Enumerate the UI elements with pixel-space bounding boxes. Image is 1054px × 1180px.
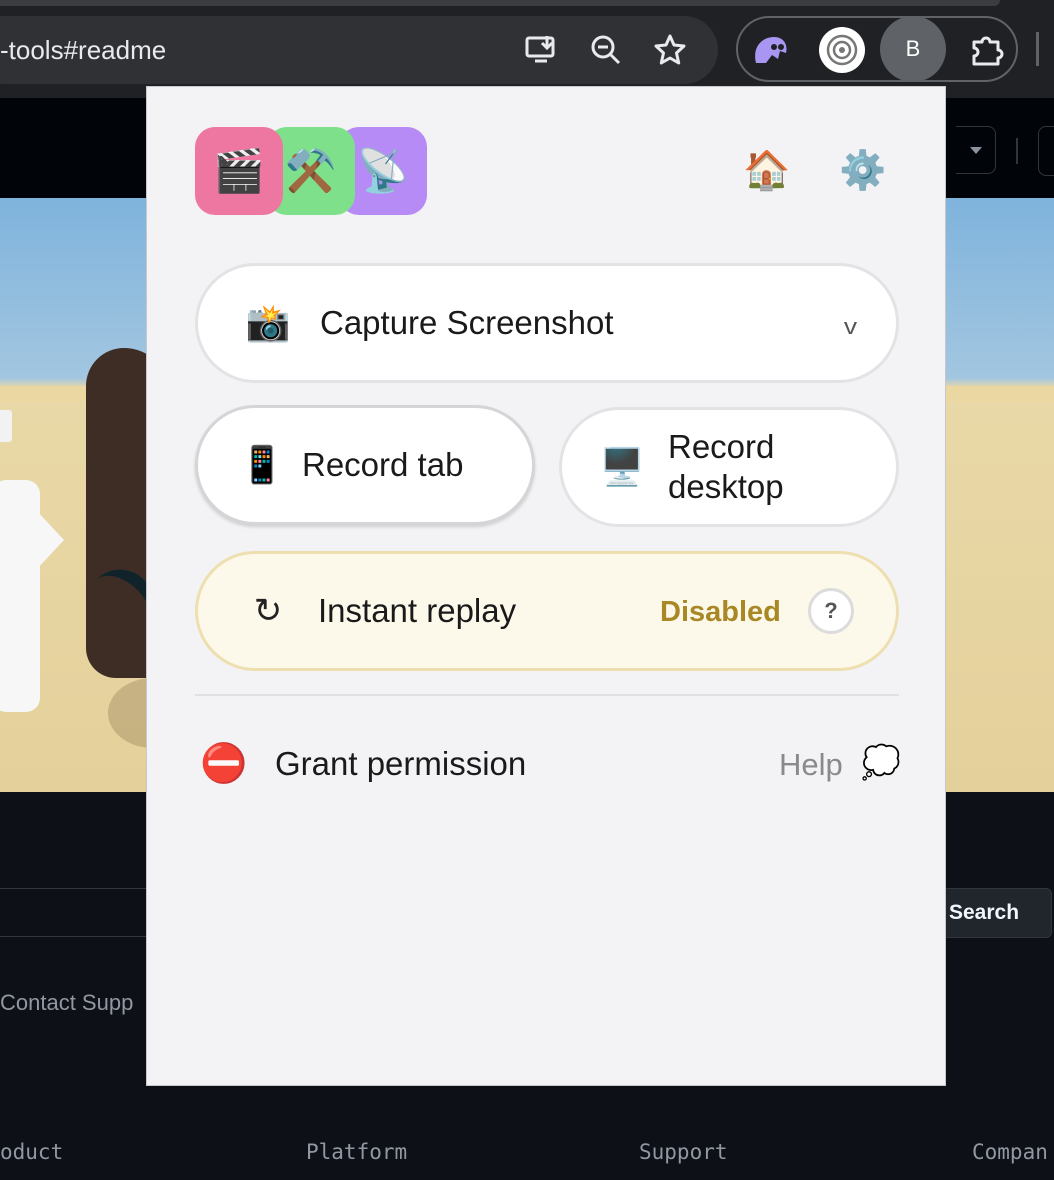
instant-replay-status: Disabled (660, 596, 781, 628)
tab-strip (0, 0, 1000, 6)
toolbar-separator (1036, 32, 1039, 66)
record-desktop-label: Record desktop (668, 427, 784, 507)
url-text[interactable]: -tools#readme (0, 30, 166, 70)
ghost-extension-icon[interactable] (746, 26, 794, 74)
extensions-puzzle-icon[interactable] (962, 26, 1010, 74)
thought-balloon-icon: 💭 (861, 744, 901, 780)
header-dropdown-button[interactable] (956, 126, 996, 174)
clapper-board-icon: 🎬 (212, 146, 266, 194)
header-button[interactable] (1038, 126, 1054, 176)
hammer-and-pick-icon: ⚒️ (284, 146, 338, 194)
profile-avatar[interactable]: B (880, 16, 946, 82)
instant-replay-row[interactable]: ↻ Instant replay Disabled ? (195, 551, 899, 671)
house-icon: 🏠 (743, 150, 791, 192)
divider (195, 694, 899, 696)
record-desktop-label-line2: desktop (668, 468, 784, 505)
desktop-computer-icon: 🖥️ (599, 446, 645, 487)
chevron-down-icon[interactable]: v (844, 314, 857, 340)
mobile-phone-icon: 📱 (239, 444, 285, 485)
replay-icon: ↻ (253, 592, 283, 630)
record-tab-label: Record tab (302, 446, 464, 483)
contact-support-link[interactable]: Contact Supp (0, 990, 133, 1016)
instant-replay-label: Instant replay (318, 592, 517, 629)
banner-shape (36, 510, 64, 570)
footer-link-product[interactable]: oduct (0, 1140, 63, 1164)
camera-flash-icon: 📸 (245, 302, 291, 343)
no-entry-icon: ⛔ (200, 743, 248, 785)
header-separator (1016, 138, 1018, 164)
footer-link-support[interactable]: Support (639, 1140, 728, 1164)
question-mark-icon[interactable]: ? (808, 588, 854, 634)
search-field-border (0, 936, 146, 937)
screen-recorder-extension-icon[interactable] (818, 26, 866, 74)
footer-link-platform[interactable]: Platform (306, 1140, 407, 1164)
record-desktop-label-line1: Record (668, 428, 775, 465)
install-app-icon[interactable] (522, 30, 562, 70)
bookmark-star-icon[interactable] (650, 30, 690, 70)
browser-toolbar: -tools#readme B (0, 0, 1054, 98)
record-desktop-button[interactable]: 🖥️ Record desktop (559, 407, 899, 527)
logo-tile-clapper: 🎬 (195, 127, 283, 215)
search-button[interactable]: Search (930, 888, 1052, 938)
capture-screenshot-label: Capture Screenshot (320, 304, 614, 341)
capture-screenshot-button[interactable]: 📸 Capture Screenshot v (195, 263, 899, 383)
settings-button[interactable]: ⚙️ (839, 147, 887, 195)
grant-permission-link[interactable]: Grant permission (275, 745, 526, 783)
banner-shape (0, 410, 12, 442)
banner-shape (0, 480, 40, 712)
extension-popup: 📡 ⚒️ 🎬 🏠 ⚙️ 📸 Capture Screenshot v 📱 Rec… (146, 86, 946, 1086)
home-button[interactable]: 🏠 (743, 147, 791, 195)
gear-icon: ⚙️ (839, 150, 887, 192)
footer-link-company[interactable]: Compan (972, 1140, 1048, 1164)
zoom-out-icon[interactable] (586, 30, 626, 70)
record-tab-button[interactable]: 📱 Record tab (195, 405, 535, 525)
search-field-border (0, 888, 146, 889)
satellite-dish-icon: 📡 (356, 146, 410, 194)
help-link[interactable]: Help (779, 747, 843, 783)
